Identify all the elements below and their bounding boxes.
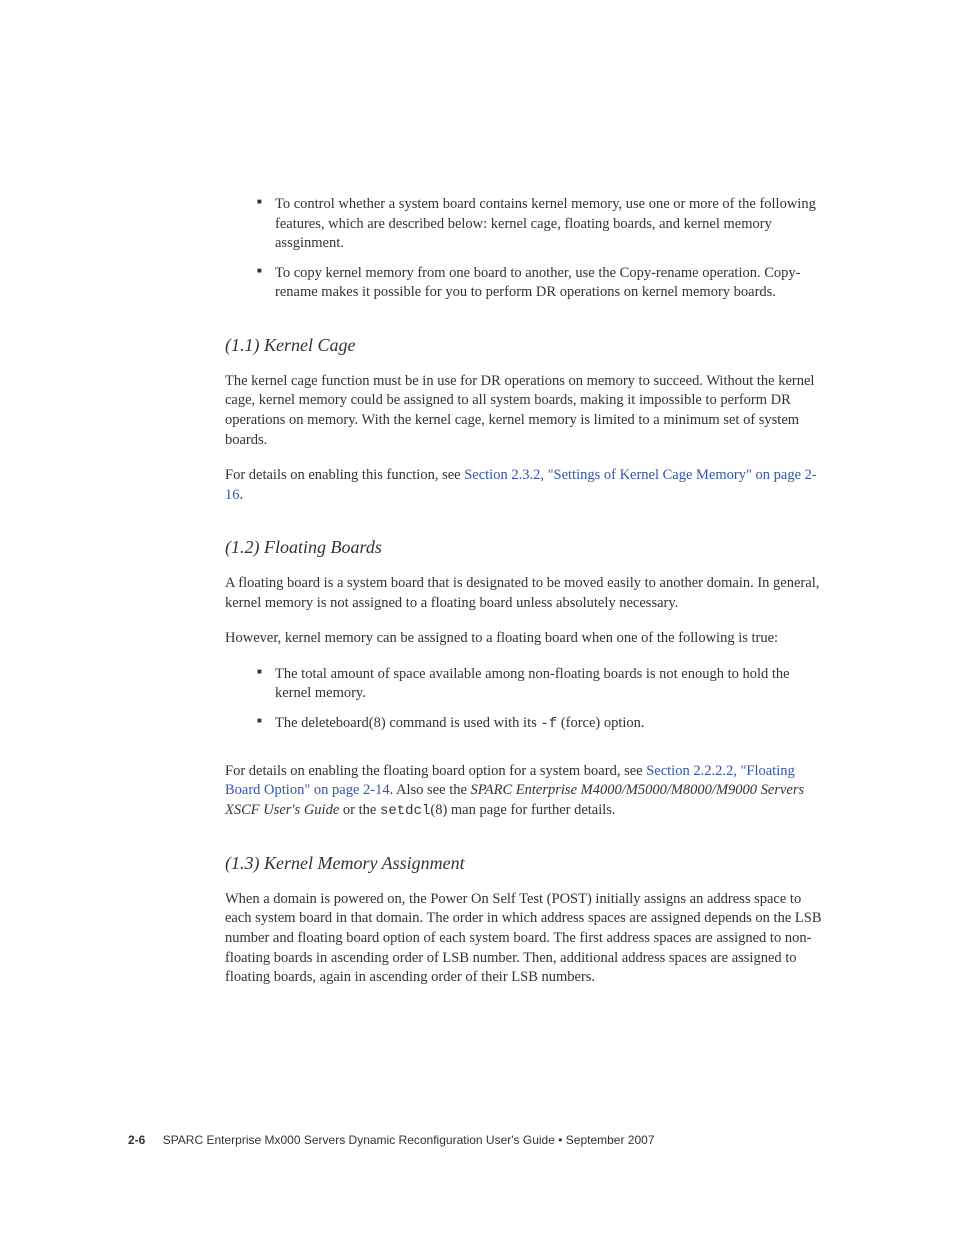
body-text: The kernel cage function must be in use … — [225, 372, 824, 450]
list-item: The deleteboard(8) command is used with … — [257, 714, 824, 734]
body-text: However, kernel memory can be assigned t… — [225, 629, 824, 649]
list-item: To copy kernel memory from one board to … — [257, 264, 824, 303]
code-text: -f — [540, 716, 557, 732]
heading-kernel-cage: (1.1) Kernel Cage — [225, 335, 824, 356]
text-span: (force) option. — [557, 715, 644, 731]
top-bullet-list: To control whether a system board contai… — [257, 195, 824, 303]
page-content: To control whether a system board contai… — [0, 0, 954, 988]
list-item: To control whether a system board contai… — [257, 195, 824, 254]
body-text: For details on enabling the floating boa… — [225, 762, 824, 821]
list-item: The total amount of space available amon… — [257, 665, 824, 704]
body-text: When a domain is powered on, the Power O… — [225, 890, 824, 988]
text-span: For details on enabling the floating boa… — [225, 763, 646, 779]
heading-floating-boards: (1.2) Floating Boards — [225, 537, 824, 558]
floating-bullet-list: The total amount of space available amon… — [257, 665, 824, 734]
text-span: or the — [339, 802, 380, 818]
code-text: setdcl — [380, 803, 430, 819]
heading-kernel-memory-assignment: (1.3) Kernel Memory Assignment — [225, 853, 824, 874]
footer-doc-title: SPARC Enterprise Mx000 Servers Dynamic R… — [163, 1133, 655, 1147]
page-footer: 2-6 SPARC Enterprise Mx000 Servers Dynam… — [128, 1133, 655, 1147]
text-span: . Also see the — [390, 782, 471, 798]
text-span: The deleteboard(8) command is used with … — [275, 715, 540, 731]
body-text: A floating board is a system board that … — [225, 574, 824, 613]
text-span: (8) man page for further details. — [430, 802, 615, 818]
text-span: For details on enabling this function, s… — [225, 467, 464, 483]
page-number: 2-6 — [128, 1133, 145, 1147]
body-text: For details on enabling this function, s… — [225, 466, 824, 505]
text-span: . — [240, 487, 244, 503]
